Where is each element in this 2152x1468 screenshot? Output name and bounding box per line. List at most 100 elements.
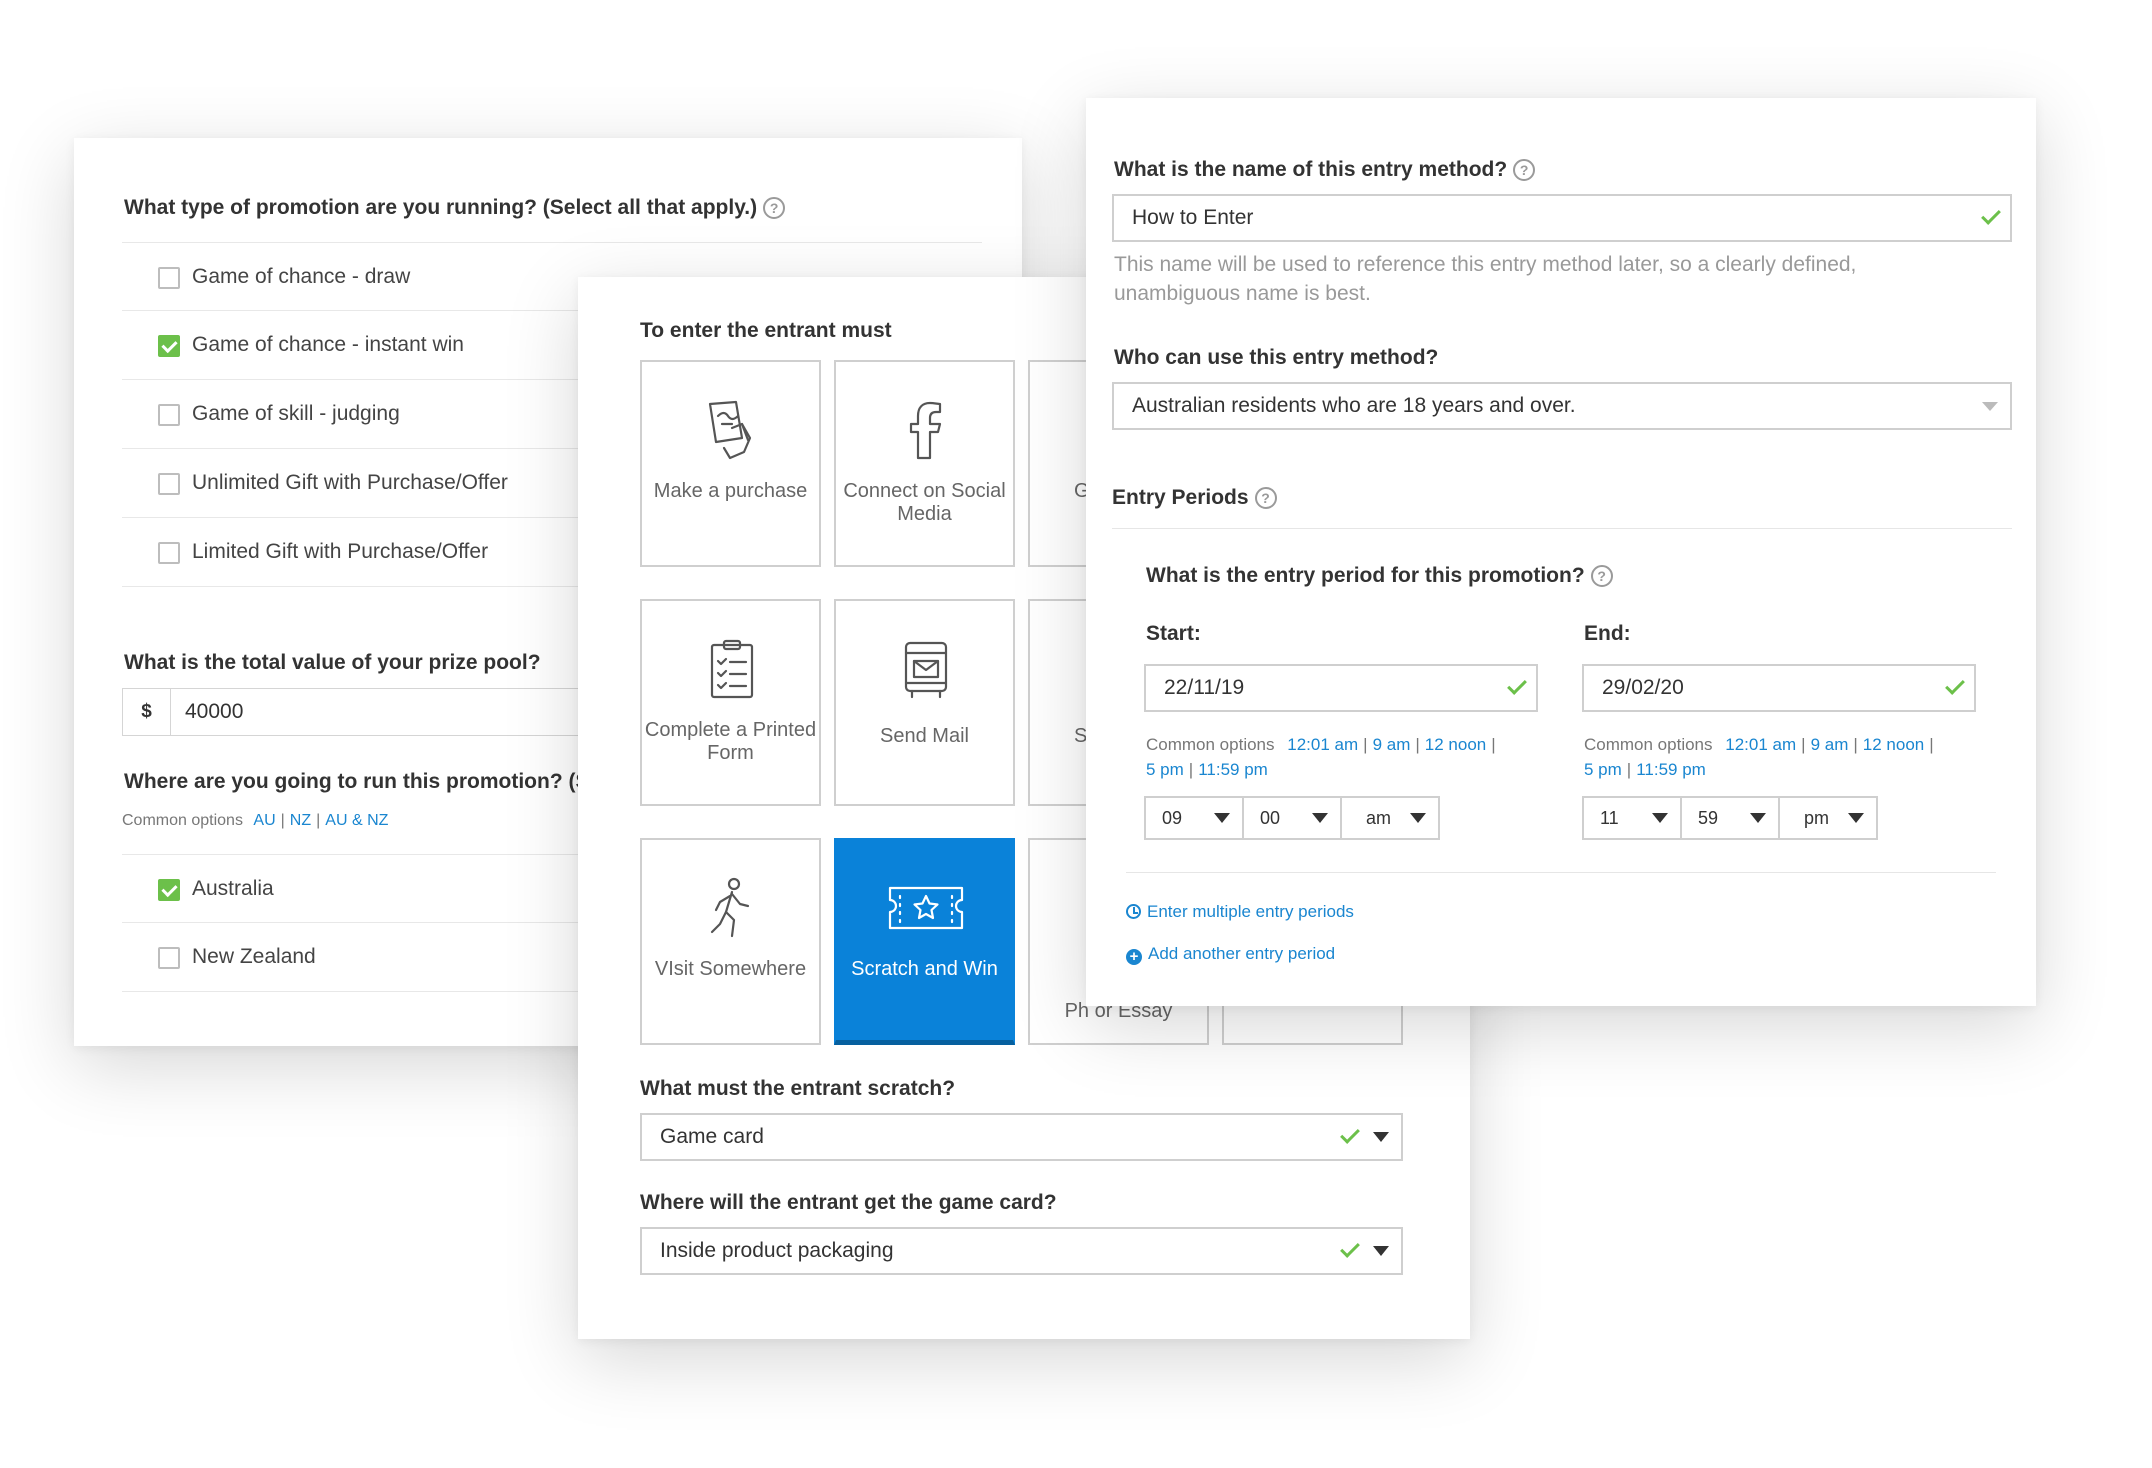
- start-ampm-select[interactable]: am: [1340, 796, 1440, 840]
- caret-down-icon: [1312, 813, 1328, 823]
- enter-multiple-periods-link[interactable]: Enter multiple entry periods: [1126, 902, 1354, 922]
- promotion-type-question-text: What type of promotion are you running? …: [124, 196, 758, 219]
- checkbox[interactable]: [158, 267, 180, 289]
- checkbox[interactable]: [158, 473, 180, 495]
- start-option-5pm[interactable]: 5 pm: [1146, 760, 1184, 779]
- help-icon[interactable]: ?: [1254, 487, 1277, 509]
- start-minute-value: 00: [1260, 808, 1281, 828]
- region-link-nz[interactable]: NZ: [290, 812, 311, 829]
- caret-down-icon: [1214, 813, 1230, 823]
- help-icon[interactable]: ?: [1513, 159, 1536, 181]
- caret-down-icon: [1373, 1132, 1389, 1142]
- divider: [1126, 872, 1996, 873]
- end-ampm-value: pm: [1804, 808, 1830, 828]
- scratch-select[interactable]: Game card: [640, 1113, 1403, 1161]
- common-options-label: Common options: [122, 812, 243, 829]
- help-icon[interactable]: ?: [763, 197, 786, 219]
- end-minute-value: 59: [1698, 808, 1719, 828]
- check-icon: [1340, 1124, 1360, 1144]
- start-option-9am[interactable]: 9 am: [1373, 735, 1411, 754]
- tile-label: Send Mail: [880, 725, 969, 747]
- entry-name-value: How to Enter: [1132, 206, 1254, 229]
- caret-down-icon: [1410, 813, 1426, 823]
- tile-scratch-and-win[interactable]: Scratch and Win: [834, 838, 1015, 1045]
- end-option-9am[interactable]: 9 am: [1811, 735, 1849, 754]
- start-hour-select[interactable]: 09: [1144, 796, 1244, 840]
- end-minute-select[interactable]: 59: [1680, 796, 1780, 840]
- check-icon: [1507, 675, 1527, 695]
- option-label: Unlimited Gift with Purchase/Offer: [192, 471, 508, 494]
- tile-make-purchase[interactable]: Make a purchase: [640, 360, 821, 567]
- tile-visit-somewhere[interactable]: VIsit Somewhere: [640, 838, 821, 1045]
- tile-complete-printed-form[interactable]: Complete a Printed Form: [640, 599, 821, 806]
- eligibility-value: Australian residents who are 18 years an…: [1132, 394, 1576, 417]
- walking-person-icon: [710, 877, 750, 938]
- prize-pool-value: 40000: [185, 700, 244, 723]
- tile-connect-social-media[interactable]: Connect on Social Media: [834, 360, 1015, 567]
- eligibility-question: Who can use this entry method?: [1114, 346, 1439, 369]
- option-label: Limited Gift with Purchase/Offer: [192, 540, 489, 563]
- game-card-source-select[interactable]: Inside product packaging: [640, 1227, 1403, 1275]
- end-common-options: Common options 12:01 am | 9 am | 12 noon | 5 …: [1584, 735, 1934, 779]
- hand-receipt-icon: [708, 400, 752, 460]
- end-hour-select[interactable]: 11: [1582, 796, 1682, 840]
- caret-down-icon: [1373, 1246, 1389, 1256]
- mailbox-icon: [904, 641, 948, 699]
- caret-down-icon: [1652, 813, 1668, 823]
- scratch-question: What must the entrant scratch?: [640, 1077, 956, 1100]
- add-entry-period-link[interactable]: + Add another entry period: [1126, 944, 1335, 965]
- entry-name-question: What is the name of this entry method??: [1114, 158, 1536, 182]
- region-link-au[interactable]: AU: [253, 812, 275, 829]
- checkbox-checked[interactable]: [158, 879, 180, 901]
- start-option-12noon[interactable]: 12 noon: [1425, 735, 1486, 754]
- eligibility-select[interactable]: Australian residents who are 18 years an…: [1112, 382, 2012, 430]
- check-icon: [1945, 675, 1965, 695]
- end-date-input[interactable]: 29/02/20: [1582, 664, 1976, 712]
- entry-name-question-text: What is the name of this entry method?: [1114, 158, 1508, 181]
- region-common-options: Common options AU | NZ | AU & NZ: [122, 812, 389, 829]
- start-date-input[interactable]: 22/11/19: [1144, 664, 1538, 712]
- end-ampm-select[interactable]: pm: [1778, 796, 1878, 840]
- start-option-1201am[interactable]: 12:01 am: [1287, 735, 1358, 754]
- checkbox[interactable]: [158, 404, 180, 426]
- tile-send-mail[interactable]: Send Mail: [834, 599, 1015, 806]
- divider: [1112, 528, 2012, 529]
- start-option-1159pm[interactable]: 11:59 pm: [1198, 760, 1268, 779]
- option-label: New Zealand: [192, 945, 316, 968]
- tile-label: VIsit Somewhere: [654, 958, 807, 980]
- prize-pool-question: What is the total value of your prize po…: [124, 651, 541, 674]
- end-date-value: 29/02/20: [1602, 676, 1684, 699]
- end-option-1159pm[interactable]: 11:59 pm: [1636, 760, 1706, 779]
- checkbox[interactable]: [158, 947, 180, 969]
- end-option-12noon[interactable]: 12 noon: [1863, 735, 1924, 754]
- entry-periods-label: Entry Periods: [1112, 486, 1249, 509]
- option-label: Game of skill - judging: [192, 402, 400, 425]
- check-icon: [1981, 205, 2001, 225]
- common-options-label: Common options: [1146, 735, 1275, 754]
- region-link-au-nz[interactable]: AU & NZ: [325, 812, 388, 829]
- start-date-value: 22/11/19: [1164, 676, 1245, 699]
- ticket-star-icon: [888, 886, 964, 930]
- entry-name-input[interactable]: How to Enter: [1112, 194, 2012, 242]
- start-minute-select[interactable]: 00: [1242, 796, 1342, 840]
- option-label: Australia: [192, 877, 274, 900]
- checkbox-checked[interactable]: [158, 335, 180, 357]
- end-option-1201am[interactable]: 12:01 am: [1725, 735, 1796, 754]
- chevron-down-icon: [1982, 402, 1998, 411]
- checkbox[interactable]: [158, 542, 180, 564]
- help-icon[interactable]: ?: [1590, 565, 1613, 587]
- start-label: Start:: [1146, 622, 1201, 645]
- common-options-label: Common options: [1584, 735, 1713, 754]
- promotion-type-question: What type of promotion are you running? …: [124, 196, 786, 220]
- entry-details-card: What is the name of this entry method?? …: [1086, 98, 2036, 1006]
- start-common-options: Common options 12:01 am | 9 am | 12 noon | 5 …: [1146, 735, 1496, 779]
- option-label: Game of chance - draw: [192, 265, 411, 288]
- end-option-5pm[interactable]: 5 pm: [1584, 760, 1622, 779]
- tile-label: Complete a Printed Form: [644, 719, 817, 764]
- entry-period-question: What is the entry period for this promot…: [1146, 564, 1613, 588]
- caret-down-icon: [1750, 813, 1766, 823]
- entry-method-heading: To enter the entrant must: [640, 319, 892, 342]
- currency-prefix: $: [123, 689, 171, 735]
- clipboard-form-icon: [710, 639, 754, 699]
- caret-down-icon: [1848, 813, 1864, 823]
